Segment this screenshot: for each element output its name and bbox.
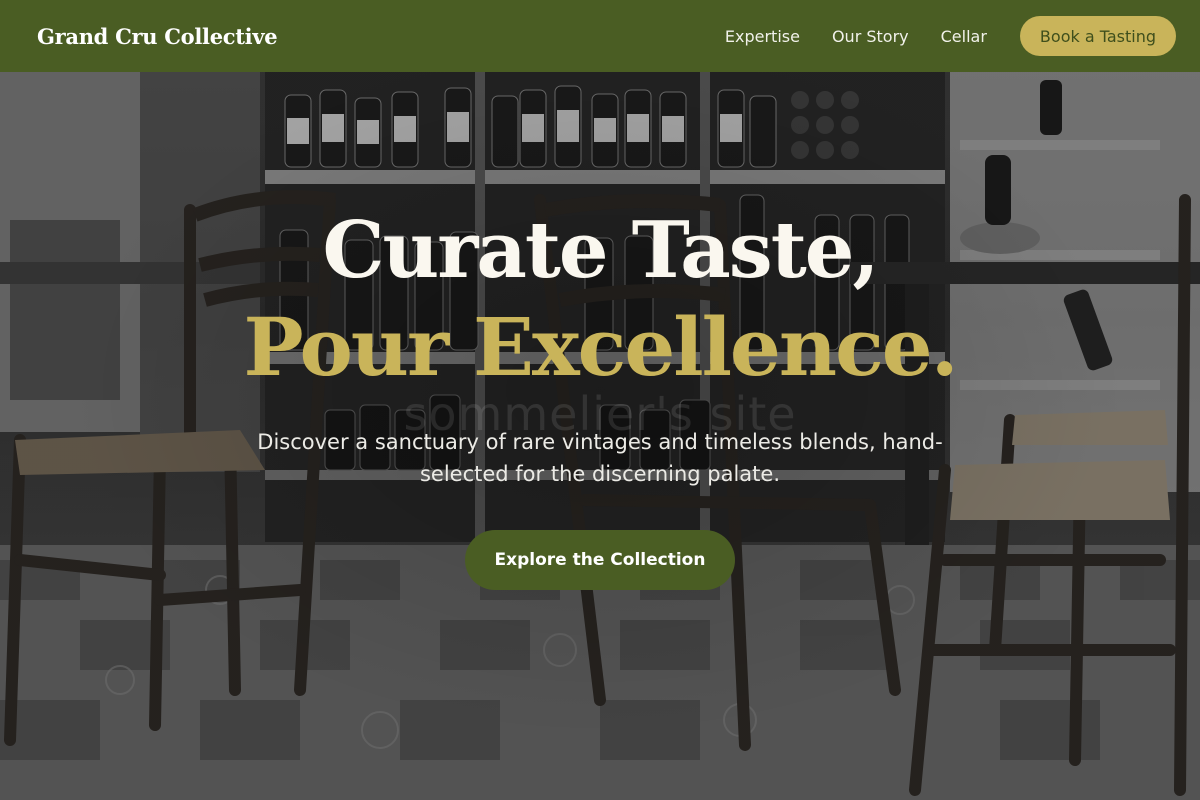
site-header: Grand Cru Collective Expertise Our Story… <box>0 0 1200 72</box>
book-tasting-button[interactable]: Book a Tasting <box>1019 16 1176 56</box>
hero-headline-line1: Curate Taste, <box>322 205 879 296</box>
hero-headline-line2: Pour Excellence. <box>243 300 958 394</box>
nav-link-expertise[interactable]: Expertise <box>725 27 800 46</box>
nav-link-our-story[interactable]: Our Story <box>832 27 909 46</box>
hero-subtitle: Discover a sanctuary of rare vintages an… <box>257 430 943 486</box>
hero-section: Curate Taste, Pour Excellence. sommelier… <box>0 72 1200 800</box>
explore-collection-button[interactable]: Explore the Collection <box>465 530 735 590</box>
main-nav: Expertise Our Story Cellar Book a Tastin… <box>725 16 1176 56</box>
site-logo[interactable]: Grand Cru Collective <box>37 24 278 49</box>
nav-link-cellar[interactable]: Cellar <box>941 27 987 46</box>
